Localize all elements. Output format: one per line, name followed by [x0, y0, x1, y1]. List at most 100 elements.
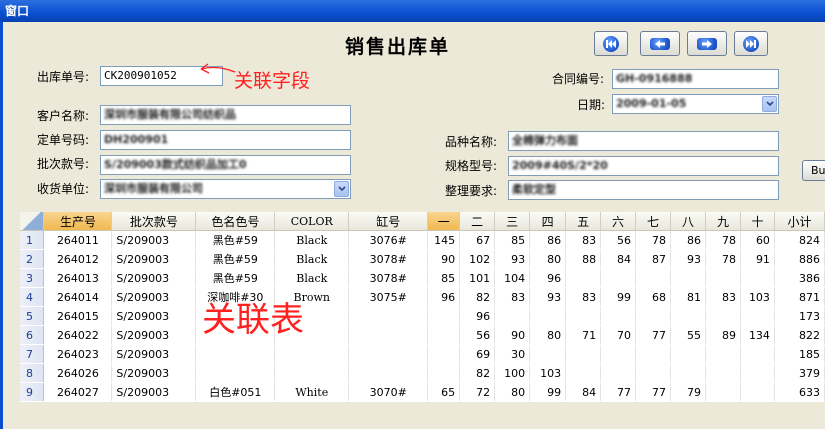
grid-cell[interactable] [427, 344, 461, 364]
grid-cell[interactable]: 83 [494, 287, 531, 307]
grid-cell[interactable]: 102 [459, 249, 496, 269]
row-number[interactable]: 7 [20, 344, 45, 364]
grid-cell[interactable]: 77 [635, 382, 672, 402]
table-row[interactable]: 3 264013 S/209003 黑色#59 Black 3078# 85 101 104 96… [20, 268, 825, 288]
grid-cell[interactable]: 81 [670, 287, 706, 307]
grid-cell[interactable]: 67 [459, 230, 496, 250]
table-row[interactable]: 2 264012 S/209003 黑色#59 Black 3078# 90 102 93 80 8… [20, 249, 825, 269]
grid-cell[interactable] [600, 306, 637, 326]
grid-cell[interactable]: 84 [565, 382, 602, 402]
grid-cell[interactable]: 96 [459, 306, 496, 326]
row-number[interactable]: 2 [20, 249, 45, 269]
grid-cell[interactable] [195, 363, 276, 383]
grid-cell[interactable]: 72 [459, 382, 496, 402]
grid-cell[interactable]: 264014 [43, 287, 113, 307]
column-header[interactable]: 缸号 [348, 212, 429, 231]
grid-cell[interactable]: 264026 [43, 363, 113, 383]
grid-cell[interactable] [529, 306, 567, 326]
grid-cell[interactable]: 白色#051 [195, 382, 276, 402]
grid-cell[interactable]: 56 [600, 230, 637, 250]
grid-cell[interactable]: 30 [494, 344, 531, 364]
grid-cell[interactable] [565, 268, 602, 288]
grid-cell[interactable]: 86 [529, 230, 567, 250]
grid-cell[interactable]: 69 [459, 344, 496, 364]
grid-cell[interactable]: 3070# [348, 382, 429, 402]
grid-cell[interactable]: 99 [600, 287, 637, 307]
grid-cell[interactable]: 83 [565, 230, 602, 250]
grid-cell[interactable]: 86 [670, 230, 706, 250]
grid-cell[interactable]: 264015 [43, 306, 113, 326]
first-record-button[interactable] [594, 31, 628, 56]
grid-cell[interactable] [348, 344, 429, 364]
grid-cell[interactable]: S/209003 [111, 287, 197, 307]
column-header[interactable]: 三 [494, 212, 531, 231]
grid-cell[interactable] [705, 382, 741, 402]
grid-cell[interactable]: 3075# [348, 287, 429, 307]
table-row[interactable]: 8 264026 S/209003 82 100 103 379 [20, 363, 825, 383]
grid-cell[interactable]: 3076# [348, 230, 429, 250]
grid-cell[interactable]: 93 [529, 287, 567, 307]
grid-cell[interactable] [274, 363, 350, 383]
grid-cell[interactable]: 101 [459, 268, 496, 288]
grid-cell[interactable]: 824 [774, 230, 825, 250]
grid-cell[interactable] [195, 344, 276, 364]
grid-cell[interactable] [427, 325, 461, 345]
grid-cell[interactable]: 134 [740, 325, 775, 345]
table-row[interactable]: 1 264011 S/209003 黑色#59 Black 3076# 145 67 85 86 8… [20, 230, 825, 250]
table-row[interactable]: 5 264015 S/209003 96 173 [20, 306, 825, 326]
grid-cell[interactable] [740, 382, 775, 402]
grid-cell[interactable] [670, 363, 706, 383]
column-header[interactable]: 色名色号 [195, 212, 276, 231]
grid-cell[interactable]: 99 [529, 382, 567, 402]
grid-cell[interactable] [635, 268, 672, 288]
grid-cell[interactable]: 93 [494, 249, 531, 269]
grid-cell[interactable]: 871 [774, 287, 825, 307]
row-number[interactable]: 1 [20, 230, 45, 250]
grid-cell[interactable]: 56 [459, 325, 496, 345]
grid-cell[interactable] [600, 344, 637, 364]
grid-cell[interactable]: 96 [427, 287, 461, 307]
grid-cell[interactable] [740, 344, 775, 364]
receiver-dropdown-button[interactable] [334, 181, 349, 197]
grid-cell[interactable]: 822 [774, 325, 825, 345]
grid-cell[interactable]: 103 [529, 363, 567, 383]
grid-cell[interactable] [670, 344, 706, 364]
grid-cell[interactable]: 87 [635, 249, 672, 269]
grid-cell[interactable] [494, 306, 531, 326]
grid-cell[interactable]: 77 [600, 382, 637, 402]
grid-cell[interactable]: 65 [427, 382, 461, 402]
grid-cell[interactable]: 633 [774, 382, 825, 402]
grid-cell[interactable]: Black [274, 268, 350, 288]
grid-cell[interactable]: 80 [494, 382, 531, 402]
grid-cell[interactable]: 黑色#59 [195, 268, 276, 288]
grid-cell[interactable]: S/209003 [111, 344, 197, 364]
grid-cell[interactable]: 103 [740, 287, 775, 307]
grid-cell[interactable]: 145 [427, 230, 461, 250]
column-header[interactable]: 八 [670, 212, 706, 231]
grid-cell[interactable] [705, 363, 741, 383]
column-header[interactable]: COLOR [274, 212, 350, 231]
receiver-combobox[interactable]: 深圳市服装有限公司 [100, 179, 351, 199]
grid-cell[interactable]: S/209003 [111, 306, 197, 326]
column-header[interactable]: 四 [529, 212, 567, 231]
grid-cell[interactable] [740, 268, 775, 288]
row-number[interactable]: 8 [20, 363, 45, 383]
grid-cell[interactable] [529, 344, 567, 364]
grid-cell[interactable] [427, 306, 461, 326]
column-header[interactable]: 小计 [774, 212, 825, 231]
grid-cell[interactable]: 80 [529, 249, 567, 269]
grid-cell[interactable]: 60 [740, 230, 775, 250]
grid-cell[interactable] [565, 306, 602, 326]
grid-cell[interactable]: White [274, 382, 350, 402]
grid-cell[interactable]: 3078# [348, 268, 429, 288]
grid-cell[interactable] [565, 344, 602, 364]
grid-cell[interactable]: 84 [600, 249, 637, 269]
grid-cell[interactable]: 886 [774, 249, 825, 269]
table-row[interactable]: 4 264014 S/209003 深咖啡#30 Brown 3075# 96 82 83 93 8… [20, 287, 825, 307]
grid-cell[interactable]: 264012 [43, 249, 113, 269]
column-header[interactable]: 九 [705, 212, 741, 231]
grid-cell[interactable] [635, 306, 672, 326]
row-number[interactable]: 5 [20, 306, 45, 326]
row-number[interactable]: 3 [20, 268, 45, 288]
grid-cell[interactable] [565, 363, 602, 383]
